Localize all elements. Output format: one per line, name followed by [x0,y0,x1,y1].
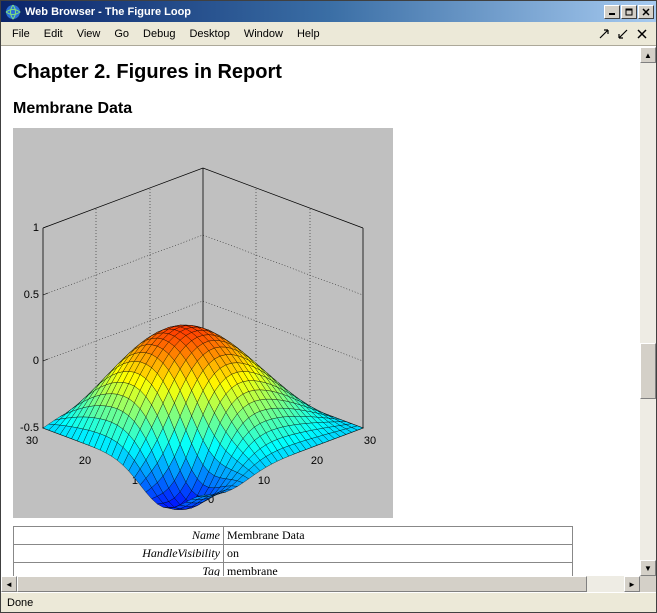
menu-window[interactable]: Window [237,25,290,43]
chapter-heading: Chapter 2. Figures in Report [13,61,628,84]
menu-edit[interactable]: Edit [37,25,70,43]
table-row: Tag membrane [14,563,573,577]
prop-val: membrane [224,563,573,577]
scroll-corner [640,576,656,592]
menu-help[interactable]: Help [290,25,327,43]
menu-file[interactable]: File [5,25,37,43]
menu-desktop[interactable]: Desktop [182,25,236,43]
section-heading: Membrane Data [13,100,628,118]
dock-icon[interactable] [616,27,630,41]
z-tick: 1 [33,222,39,234]
z-tick: 0.5 [24,289,39,301]
window-title: Web Browser - The Figure Loop [25,6,604,18]
scroll-down-button[interactable]: ▼ [640,560,656,576]
prop-key: Name [14,527,224,545]
prop-key: Tag [14,563,224,577]
minimize-button[interactable] [604,5,620,19]
document-viewport: Chapter 2. Figures in Report Membrane Da… [1,47,640,576]
x-tick: 10 [258,475,270,487]
status-bar: Done [1,592,656,612]
close-button[interactable] [638,5,654,19]
y-tick: 30 [26,435,38,447]
menu-go[interactable]: Go [107,25,136,43]
scroll-thumb[interactable] [17,576,587,592]
menu-view[interactable]: View [70,25,108,43]
content-area: Chapter 2. Figures in Report Membrane Da… [1,46,656,576]
scroll-track[interactable] [640,63,656,560]
table-row: HandleVisibility on [14,545,573,563]
horizontal-scrollbar[interactable]: ◄ ► [1,576,656,592]
x-tick: 20 [311,455,323,467]
vertical-scrollbar[interactable]: ▲ ▼ [640,47,656,576]
menu-debug[interactable]: Debug [136,25,182,43]
z-tick: -0.5 [20,422,39,434]
scroll-right-button[interactable]: ► [624,576,640,592]
prop-val: Membrane Data [224,527,573,545]
scroll-up-button[interactable]: ▲ [640,47,656,63]
undock-icon[interactable] [597,27,611,41]
panel-close-icon[interactable] [635,27,649,41]
scroll-left-button[interactable]: ◄ [1,576,17,592]
maximize-button[interactable] [621,5,637,19]
title-bar: Web Browser - The Figure Loop [1,1,656,22]
scroll-thumb[interactable] [640,343,656,399]
table-row: Name Membrane Data [14,527,573,545]
app-icon [5,4,21,20]
scroll-track[interactable] [17,576,624,592]
prop-key: HandleVisibility [14,545,224,563]
menu-bar: File Edit View Go Debug Desktop Window H… [1,22,656,46]
z-tick: 0 [33,355,39,367]
properties-table: Name Membrane Data HandleVisibility on T… [13,526,573,576]
figure-membrane: -0.5 0 0.5 1 [13,128,393,518]
y-tick: 20 [79,455,91,467]
status-text: Done [7,597,33,609]
x-tick: 30 [364,435,376,447]
prop-val: on [224,545,573,563]
